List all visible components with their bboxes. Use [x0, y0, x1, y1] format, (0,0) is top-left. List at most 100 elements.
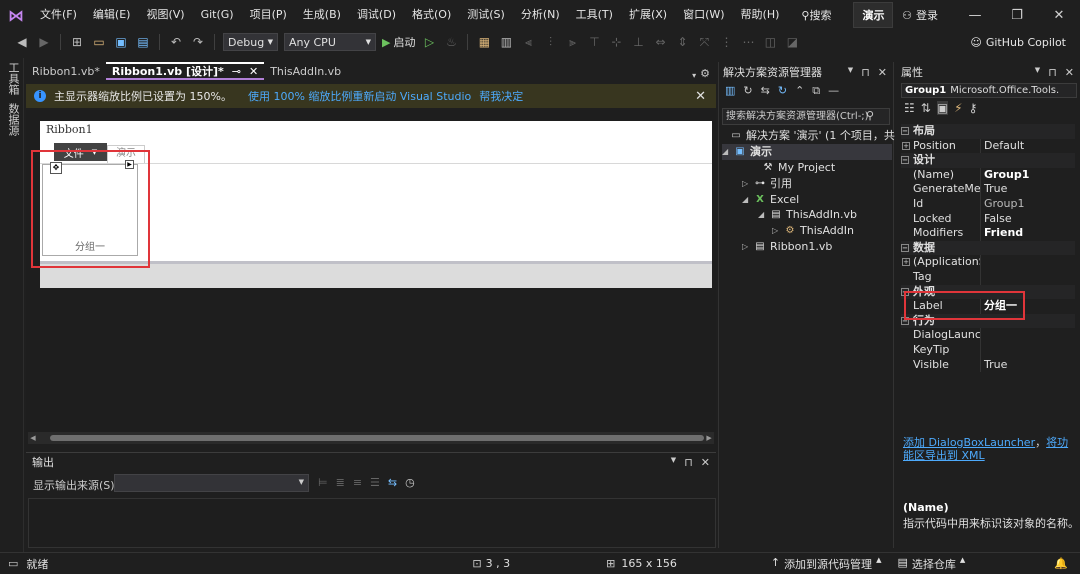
collapse-icon[interactable]: −	[901, 156, 909, 165]
menu-tools[interactable]: 工具(T)	[568, 0, 621, 30]
toolbox-tab[interactable]: 工具箱	[0, 58, 26, 99]
align-center-icon[interactable]: ⫶	[542, 34, 558, 50]
tree-ribbon1[interactable]: ▷ ▤ Ribbon1.vb	[742, 239, 832, 255]
login-button[interactable]: ⚇ 登录	[902, 7, 938, 23]
tree-project[interactable]: ◢ ▣ 演示	[722, 144, 892, 160]
property-object-select[interactable]: Group1 Microsoft.Office.Tools.	[901, 83, 1077, 98]
tab-ribbon1-designer[interactable]: Ribbon1.vb [设计]* ⊸ ✕	[105, 62, 265, 80]
menu-git[interactable]: Git(G)	[193, 0, 242, 30]
prop-value[interactable]: False	[981, 212, 1012, 227]
settings-gear-icon[interactable]: ⚙	[700, 67, 710, 80]
save-icon[interactable]: ▣	[113, 34, 129, 50]
close-icon[interactable]: ✕	[249, 65, 258, 78]
prop-value[interactable]: True	[981, 182, 1007, 197]
refresh-icon[interactable]: ↻	[778, 84, 787, 98]
scroll-right-icon[interactable]: ▶	[704, 434, 714, 442]
find-message-icon[interactable]: ⊨	[318, 476, 328, 489]
align-top-icon[interactable]: ⊤	[586, 34, 602, 50]
more-icon[interactable]: —	[828, 84, 839, 98]
prop-dialoglauncher[interactable]: DialogLauncher	[901, 328, 1075, 343]
notifications-bell-icon[interactable]: 🔔	[1054, 557, 1068, 570]
close-icon[interactable]: ✕	[695, 89, 706, 104]
search-button[interactable]: ⚲ 搜索	[793, 7, 839, 23]
tree-thisaddin-class[interactable]: ▷ ⚙ ThisAddIn	[772, 223, 854, 239]
spacing-icon[interactable]: ⋮	[718, 34, 734, 50]
horizontal-scrollbar[interactable]: ◀ ▶	[28, 432, 714, 444]
prop-value[interactable]	[981, 343, 984, 358]
same-width-icon[interactable]: ⇔	[652, 34, 668, 50]
pin-icon[interactable]: ⊓	[861, 66, 870, 79]
properties-icon[interactable]: ▣	[936, 101, 949, 115]
platform-select[interactable]: Any CPU ▼	[284, 33, 376, 51]
add-to-source-control-button[interactable]: ↑ 添加到源代码管理 ▲	[771, 556, 882, 572]
new-project-icon[interactable]: ⊞	[69, 34, 85, 50]
collapsed-icon[interactable]: ▷	[742, 176, 750, 192]
prop-value[interactable]: Friend	[981, 226, 1023, 241]
add-dialogboxlauncher-link[interactable]: 添加 DialogBoxLauncher	[903, 436, 1035, 449]
timestamp-icon[interactable]: ◷	[405, 476, 415, 489]
center-horizontally-icon[interactable]: ⋯	[740, 34, 756, 50]
next-message-icon[interactable]: ≡	[353, 476, 362, 489]
collapse-icon[interactable]: −	[901, 244, 909, 253]
menu-view[interactable]: 视图(V)	[138, 0, 192, 30]
scroll-left-icon[interactable]: ◀	[28, 434, 38, 442]
select-repository-button[interactable]: ▤ 选择仓库 ▲	[897, 556, 965, 572]
events-icon[interactable]: ⚡	[954, 101, 962, 115]
menu-test[interactable]: 测试(S)	[459, 0, 513, 30]
sync-icon[interactable]: ⇆	[761, 84, 770, 98]
prop-value[interactable]	[981, 328, 984, 343]
close-icon[interactable]: ✕	[701, 456, 710, 469]
save-all-icon[interactable]: ▤	[135, 34, 151, 50]
tree-solution[interactable]: ▭ 解决方案 '演示' (1 个项目，共 1 个)	[730, 128, 924, 144]
menu-window[interactable]: 窗口(W)	[675, 0, 732, 30]
switch-views-icon[interactable]: ▥	[725, 84, 735, 98]
prop-visible[interactable]: Visible True	[901, 357, 1075, 373]
word-wrap-icon[interactable]: ⇆	[388, 476, 397, 489]
expand-icon[interactable]: +	[902, 258, 910, 267]
same-height-icon[interactable]: ⇕	[674, 34, 690, 50]
output-text-area[interactable]	[28, 498, 716, 548]
back-icon[interactable]: ◀	[14, 34, 30, 50]
github-copilot-button[interactable]: ☺ GitHub Copilot	[970, 36, 1066, 49]
configuration-select[interactable]: Debug ▼	[223, 33, 278, 51]
same-size-icon[interactable]: ⤧	[696, 34, 712, 50]
restart-100-link[interactable]: 使用 100% 缩放比例重新启动 Visual Studio	[248, 88, 471, 104]
category-data[interactable]: − 数据	[901, 240, 1075, 256]
align-left-icon[interactable]: ⫷	[520, 34, 536, 50]
previous-message-icon[interactable]: ≣	[336, 476, 345, 489]
close-icon[interactable]: ✕	[878, 66, 887, 79]
menu-edit[interactable]: 编辑(E)	[85, 0, 139, 30]
undo-icon[interactable]: ↶	[168, 34, 184, 50]
prop-position[interactable]: Position Default +	[901, 138, 1075, 154]
show-all-files-icon[interactable]: ⧉	[812, 84, 820, 98]
category-layout[interactable]: − 布局	[901, 124, 1075, 139]
hot-reload-icon[interactable]: ♨	[443, 34, 459, 50]
data-sources-tab[interactable]: 数据源	[0, 99, 26, 140]
alphabetical-icon[interactable]: ⇅	[921, 101, 931, 115]
tab-thisaddin[interactable]: ThisAddIn.vb	[264, 62, 347, 80]
prop-value[interactable]	[981, 255, 984, 270]
options-dropdown-icon[interactable]: ▼	[671, 456, 676, 469]
expanded-icon[interactable]: ◢	[742, 192, 750, 208]
prop-generatemember[interactable]: GenerateMemberTrue	[901, 182, 1075, 197]
clear-all-icon[interactable]: ☰	[370, 476, 380, 489]
prop-appsettings[interactable]: (ApplicationSettings)+	[901, 255, 1075, 270]
pin-icon[interactable]: ⊸	[232, 65, 241, 78]
tab-ribbon1-code[interactable]: Ribbon1.vb*	[26, 62, 106, 80]
layout-icon[interactable]: ▥	[498, 34, 514, 50]
help-decide-link[interactable]: 帮我决定	[479, 88, 523, 104]
tab-overflow-icon[interactable]: ▾	[692, 71, 696, 80]
align-middle-icon[interactable]: ⊹	[608, 34, 624, 50]
align-right-icon[interactable]: ⫸	[564, 34, 580, 50]
collapse-all-icon[interactable]: ⌃	[795, 84, 804, 98]
solution-name-badge[interactable]: 演示	[853, 2, 894, 28]
menu-project[interactable]: 项目(P)	[242, 0, 295, 30]
pin-icon[interactable]: ⊓	[1048, 66, 1057, 79]
prop-keytip[interactable]: KeyTip	[901, 343, 1075, 358]
output-source-select[interactable]: ▼	[114, 474, 309, 492]
prop-modifiers[interactable]: Modifiers Friend	[901, 226, 1075, 241]
expand-icon[interactable]: +	[902, 141, 910, 150]
send-to-back-icon[interactable]: ◪	[784, 34, 800, 50]
collapsed-icon[interactable]: ▷	[772, 223, 780, 239]
tree-references[interactable]: ▷ ⊶ 引用	[742, 176, 792, 192]
